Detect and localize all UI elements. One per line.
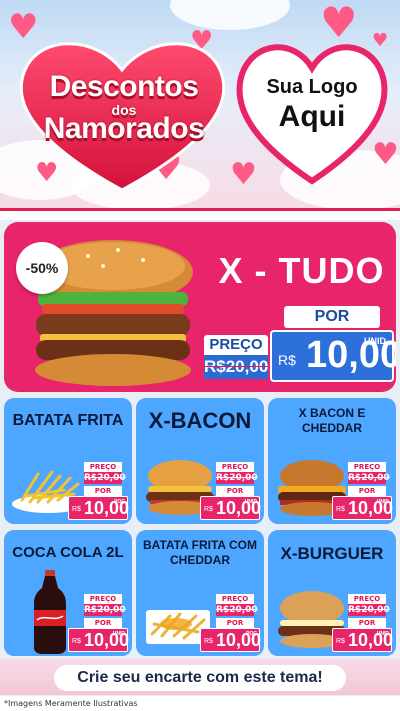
product-name: BATATA FRITA (12, 412, 124, 429)
unit-label: UNID (244, 499, 257, 505)
old-price-label: PREÇO (348, 462, 386, 472)
old-price-value: R$20,00 (216, 472, 258, 484)
new-price-label: POR (348, 618, 386, 628)
new-price-label: POR (84, 486, 122, 496)
new-price-label: POR (84, 618, 122, 628)
new-price-box: R$ 10,00 UNID (68, 628, 129, 652)
old-price-label: PREÇO (204, 335, 268, 355)
product-card[interactable]: X-BACON PREÇO R$20,00 POR R$ 10,00 UNID (136, 398, 264, 524)
old-price-value: R$20,00 (348, 472, 390, 484)
old-price-label: PREÇO (348, 594, 386, 604)
title-descontos: Descontos (49, 70, 199, 103)
currency-symbol: R$ (204, 638, 213, 645)
logo-placeholder-line1: Sua Logo (266, 76, 358, 98)
product-card[interactable]: COCA COLA 2L PREÇO R$20,00 POR R$ 10,00 … (4, 530, 132, 656)
currency-symbol: R$ (72, 638, 81, 645)
new-price-box: R$ 10,00 UNID (332, 628, 393, 652)
old-price-text: R$20,00 (204, 357, 269, 376)
product-name: BATATA FRITA COM CHEDDAR (143, 538, 257, 567)
new-price-box: R$ 10,00 POÇ (200, 628, 261, 652)
featured-product-name: X - TUDO (218, 250, 385, 291)
product-name: COCA COLA 2L (12, 544, 124, 561)
unit-label: UNID (112, 631, 125, 637)
currency-symbol: R$ (336, 638, 345, 645)
old-price-value: R$20,00 (348, 604, 390, 616)
product-card[interactable]: BATATA FRITA PREÇO R$20,00 POR R$ 10,00 … (4, 398, 132, 524)
currency-symbol: R$ (278, 352, 296, 368)
old-price-text: R$20,00 (84, 473, 126, 483)
logo-placeholder-line2: Aqui (278, 100, 346, 133)
new-price-label: POR (348, 486, 386, 496)
old-price-text: R$20,00 (348, 605, 390, 615)
product-card[interactable]: X-BURGUER PREÇO R$20,00 POR R$ 10,00 UNI… (268, 530, 396, 656)
new-price-box: R$ 10,00 UNID (332, 496, 393, 520)
old-price-label: PREÇO (216, 462, 254, 472)
old-price-text: R$20,00 (348, 473, 390, 483)
new-price-box: R$ 10,00 UNID (200, 496, 261, 520)
product-card[interactable]: BATATA FRITA COM CHEDDAR PREÇO R$20,00 P… (136, 530, 264, 656)
product-name: X-BURGUER (280, 544, 384, 563)
old-price-value: R$20,00 (84, 604, 126, 616)
product-name: X BACON E CHEDDAR (298, 406, 366, 435)
cloud-shape (170, 0, 290, 30)
unit-label: UNID (364, 336, 386, 346)
old-price-value: R$20,00 (216, 604, 258, 616)
old-price-text: R$20,00 (216, 605, 258, 615)
old-price-label: PREÇO (84, 462, 122, 472)
unit-label: POÇ (114, 499, 125, 505)
old-price-value: R$20,00 (84, 472, 126, 484)
old-price-text: R$20,00 (216, 473, 258, 483)
currency-symbol: R$ (72, 506, 81, 513)
currency-symbol: R$ (204, 506, 213, 513)
header-divider (0, 208, 400, 220)
unit-label: UNID (376, 499, 389, 505)
currency-symbol: R$ (336, 506, 345, 513)
old-price-label: PREÇO (84, 594, 122, 604)
new-price-label: POR (284, 306, 380, 328)
unit-label: POÇ (246, 631, 257, 637)
soda-bottle-icon (34, 570, 66, 654)
featured-product-card[interactable]: -50% X - TUDO PREÇO R$20,00 POR R$ 10,00… (4, 222, 396, 392)
discount-badge: -50% (16, 242, 68, 294)
old-price-text: R$20,00 (84, 605, 126, 615)
title-namorados: Namorados (43, 112, 205, 145)
new-price-box: R$ 10,00 POÇ (68, 496, 129, 520)
old-price-value: R$20,00 (204, 355, 268, 379)
cta-button[interactable]: Crie seu encarte com este tema! (54, 665, 346, 691)
new-price-label: POR (216, 486, 254, 496)
new-price-box: R$ 10,00 UNID (270, 330, 396, 382)
product-card[interactable]: X BACON E CHEDDAR PREÇO R$20,00 POR R$ 1… (268, 398, 396, 524)
unit-label: UNID (376, 631, 389, 637)
new-price-label: POR (216, 618, 254, 628)
product-name: X-BACON (148, 408, 252, 433)
disclaimer-text: *Imagens Meramente Ilustrativas (0, 696, 400, 711)
old-price-label: PREÇO (216, 594, 254, 604)
